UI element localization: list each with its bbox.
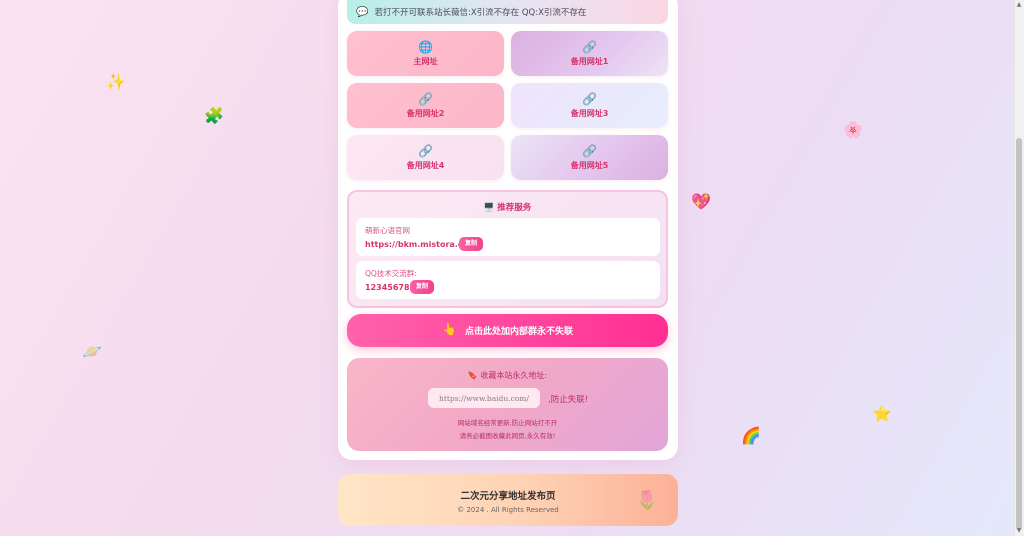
service-item: QQ技术交流群: 123456789 复制	[356, 261, 660, 299]
notice-text: 若打不开可联系站长薇信:X引流不存在 QQ:X引流不存在	[374, 8, 587, 18]
puzzle-decoration-icon: 🧩	[204, 106, 224, 125]
footer: 二次元分享地址发布页 © 2024 . All Rights Reserved …	[338, 474, 678, 526]
backup-url-3-button[interactable]: 🔗 备用网址3	[511, 83, 668, 128]
link-icon: 🔗	[418, 143, 433, 158]
globe-icon: 🌐	[418, 39, 433, 54]
service-value: https://bkm.mistora.cc/	[365, 240, 471, 249]
flower-decoration-icon: 🌸	[843, 120, 863, 139]
scroll-up-icon[interactable]: ▲	[1016, 2, 1022, 8]
link-label: 主网址	[413, 56, 438, 66]
service-item: 萌新心语官网 https://bkm.mistora.cc/ 复制	[356, 218, 660, 256]
pointing-hand-icon: 👆	[442, 321, 457, 336]
join-group-button[interactable]: 👆 点击此处加内部群永不失联	[347, 314, 668, 347]
backup-url-5-button[interactable]: 🔗 备用网址5	[511, 135, 668, 180]
link-icon: 🔗	[582, 39, 597, 54]
scrollbar-thumb[interactable]	[1016, 138, 1022, 530]
service-name: QQ技术交流群:	[365, 269, 417, 278]
flower-decoration-icon: 🌷	[635, 490, 658, 511]
services-title: 🖥️ 推荐服务	[483, 203, 532, 213]
join-group-label: 点击此处加内部群永不失联	[464, 327, 573, 337]
star-decoration-icon: ⭐	[872, 404, 892, 423]
backup-url-1-button[interactable]: 🔗 备用网址1	[511, 31, 668, 76]
copy-button[interactable]: 复制	[410, 280, 435, 294]
bookmark-description: 网站域名经常更新,防止网站打不开	[457, 419, 558, 427]
service-value: 123456789	[365, 283, 416, 292]
monitor-icon: 🖥️	[483, 203, 495, 213]
backup-url-2-button[interactable]: 🔗 备用网址2	[347, 83, 504, 128]
contact-notice-bar: 💬 若打不开可联系站长薇信:X引流不存在 QQ:X引流不存在	[347, 0, 668, 24]
heart-decoration-icon: 💖	[691, 192, 711, 211]
bookmark-hint: ,防止失联!	[548, 395, 589, 405]
link-label: 备用网址4	[406, 160, 445, 170]
footer-copyright: © 2024 . All Rights Reserved	[457, 506, 559, 514]
speech-bubble-icon: 💬	[356, 6, 369, 18]
link-label: 备用网址5	[570, 160, 609, 170]
link-icon: 🔗	[582, 143, 597, 158]
copy-button[interactable]: 复制	[459, 237, 484, 251]
backup-url-4-button[interactable]: 🔗 备用网址4	[347, 135, 504, 180]
ring-planet-decoration-icon: 🪐	[82, 342, 102, 361]
service-name: 萌新心语官网	[365, 226, 410, 235]
recommended-services-panel: 🖥️ 推荐服务 萌新心语官网 https://bkm.mistora.cc/ 复…	[347, 190, 668, 308]
bookmark-icon: 🔖	[467, 371, 478, 380]
bookmark-title: 🔖 收藏本站永久地址:	[467, 371, 548, 380]
sparkle-decoration-icon: ✨	[106, 72, 126, 91]
scroll-down-icon[interactable]: ▼	[1016, 528, 1022, 534]
main-url-button[interactable]: 🌐 主网址	[347, 31, 504, 76]
link-label: 备用网址2	[406, 108, 445, 118]
link-icon: 🔗	[582, 91, 597, 106]
link-label: 备用网址1	[570, 56, 609, 66]
bookmark-panel: 🔖 收藏本站永久地址: https://www.baidu.com/ ,防止失联…	[347, 358, 668, 451]
footer-title: 二次元分享地址发布页	[460, 491, 556, 502]
rainbow-decoration-icon: 🌈	[741, 426, 761, 445]
link-label: 备用网址3	[570, 108, 609, 118]
bookmark-description: 请务必截图收藏此网页,永久有效!	[459, 432, 556, 440]
page-scrollbar[interactable]: ▲ ▼	[1014, 0, 1024, 536]
permanent-url-field[interactable]: https://www.baidu.com/	[428, 388, 540, 408]
link-icon: 🔗	[418, 91, 433, 106]
